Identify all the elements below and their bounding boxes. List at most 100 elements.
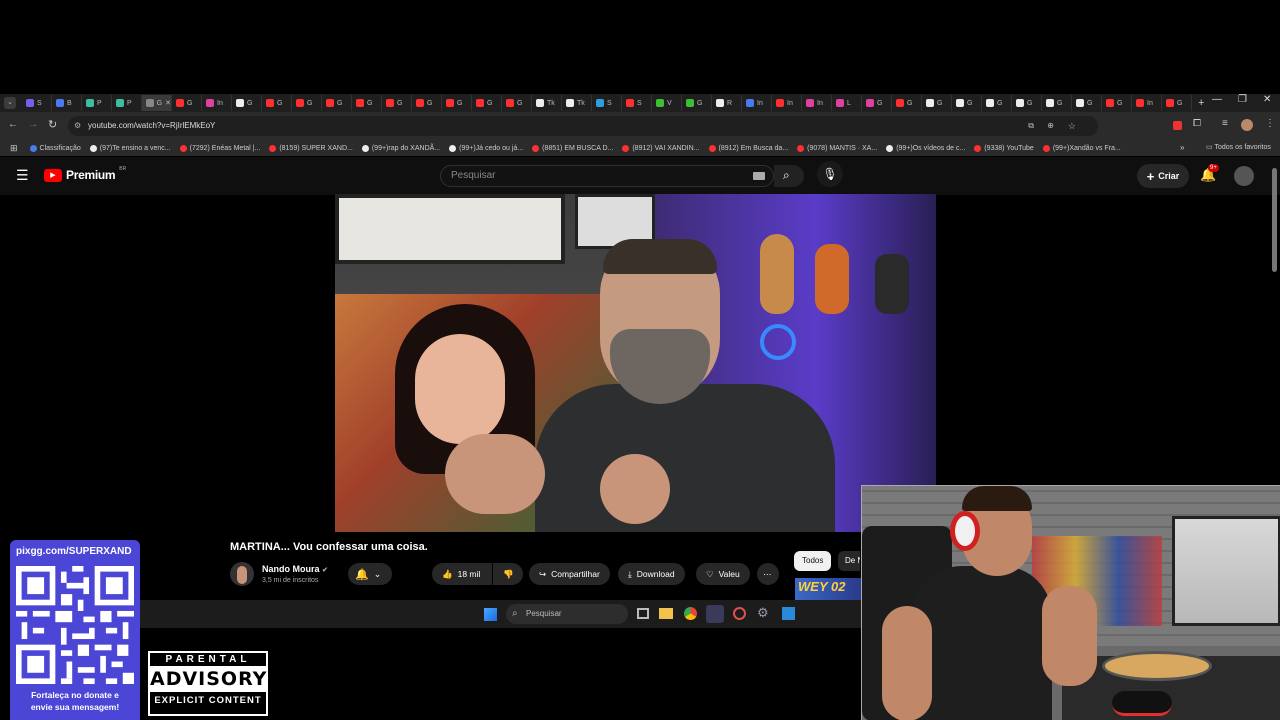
close-window-button[interactable]: ✕: [1263, 94, 1271, 105]
new-tab-button[interactable]: +: [1198, 97, 1204, 109]
bookmark-item[interactable]: (9338) YouTube: [974, 144, 1034, 152]
task-view-icon[interactable]: [637, 608, 649, 619]
youtube-logo[interactable]: ▶ Premium BR: [44, 166, 126, 182]
browser-tab[interactable]: G: [892, 95, 922, 111]
apps-grid-icon[interactable]: ⊞: [10, 143, 18, 154]
steam-icon[interactable]: [706, 605, 724, 623]
browser-tab[interactable]: G: [502, 95, 532, 111]
bookmark-item[interactable]: (7292) Enéas Metal |...: [179, 144, 260, 152]
extension-red-icon[interactable]: [1173, 121, 1182, 130]
back-button[interactable]: ←: [8, 119, 18, 130]
browser-tab[interactable]: L: [832, 95, 862, 111]
settings-icon[interactable]: ⚙: [757, 605, 769, 621]
download-button[interactable]: ⤓ Download: [618, 563, 685, 585]
browser-tab[interactable]: G: [982, 95, 1012, 111]
site-info-icon[interactable]: ⚙: [74, 116, 81, 136]
browser-tab[interactable]: G: [172, 95, 202, 111]
browser-tab[interactable]: B: [52, 95, 82, 111]
browser-tab[interactable]: G: [412, 95, 442, 111]
all-bookmarks-folder[interactable]: ▭ Todos os favoritos: [1206, 143, 1271, 151]
search-input[interactable]: Pesquisar: [440, 165, 774, 187]
browser-tab[interactable]: G: [682, 95, 712, 111]
browser-tab[interactable]: G: [232, 95, 262, 111]
reload-button[interactable]: ↻: [48, 118, 57, 131]
browser-tab[interactable]: R: [712, 95, 742, 111]
browser-tab[interactable]: S: [22, 95, 52, 111]
bookmark-item[interactable]: (9078) MANTIS · XA...: [797, 144, 877, 152]
more-bookmarks-icon[interactable]: »: [1180, 143, 1184, 152]
browser-tab[interactable]: G: [1012, 95, 1042, 111]
minimize-button[interactable]: —: [1212, 94, 1222, 105]
search-button[interactable]: ⌕: [774, 165, 804, 187]
subscribed-bell-button[interactable]: 🔔 ⌄: [348, 563, 392, 585]
browser-tab[interactable]: G: [952, 95, 982, 111]
browser-tab[interactable]: S: [592, 95, 622, 111]
tab-search-button[interactable]: ⌄: [4, 97, 16, 109]
browser-tab[interactable]: In: [802, 95, 832, 111]
page-scrollbar-thumb[interactable]: [1272, 168, 1277, 272]
media-controls-icon[interactable]: ≡: [1222, 118, 1228, 129]
channel-name[interactable]: Nando Moura ✔: [262, 564, 328, 574]
bookmark-item[interactable]: Classificação: [29, 144, 81, 152]
chip-all[interactable]: Todos: [794, 551, 832, 571]
browser-tab[interactable]: G: [922, 95, 952, 111]
address-input[interactable]: ⚙ youtube.com/watch?v=RjIrlEMkEoY ⧉ ⊕ ☆: [68, 116, 1098, 136]
bookmark-item[interactable]: (97)Te ensino a venc...: [89, 144, 171, 152]
account-avatar[interactable]: [1234, 166, 1254, 186]
app-icon[interactable]: [733, 607, 746, 620]
keyboard-icon[interactable]: [753, 172, 765, 180]
extensions-puzzle-icon[interactable]: ⧠: [1193, 118, 1201, 129]
browser-tab[interactable]: P: [112, 95, 142, 111]
browser-tab[interactable]: G: [1102, 95, 1132, 111]
more-actions-button[interactable]: ⋯: [757, 563, 779, 585]
hamburger-menu-icon[interactable]: ☰: [16, 167, 29, 184]
browser-tab[interactable]: G: [442, 95, 472, 111]
bookmark-item[interactable]: (8912) VAI XANDIN...: [622, 144, 700, 152]
close-tab-icon[interactable]: ✕: [165, 99, 171, 107]
browser-tab[interactable]: In: [1132, 95, 1162, 111]
browser-tab[interactable]: In: [202, 95, 232, 111]
profile-avatar[interactable]: [1241, 119, 1253, 131]
browser-tab[interactable]: G: [862, 95, 892, 111]
voice-search-button[interactable]: 🎙: [817, 161, 843, 187]
chrome-icon[interactable]: [684, 607, 697, 620]
browser-tab[interactable]: G: [1042, 95, 1072, 111]
browser-tab[interactable]: G: [1162, 95, 1192, 111]
bookmark-item[interactable]: (8851) EM BUSCA D...: [532, 144, 613, 152]
browser-tab[interactable]: G: [322, 95, 352, 111]
browser-tab[interactable]: G ✕: [142, 95, 172, 111]
thanks-button[interactable]: ♡ Valeu: [696, 563, 750, 585]
browser-tab[interactable]: G: [472, 95, 502, 111]
browser-tab[interactable]: G: [352, 95, 382, 111]
bookmark-item[interactable]: (99+)rap do XANDÃ...: [361, 144, 440, 152]
browser-tab[interactable]: Tk: [532, 95, 562, 111]
install-icon[interactable]: ⧉: [1028, 116, 1034, 136]
chip-next[interactable]: De N: [838, 551, 860, 571]
bookmark-item[interactable]: (8159) SUPER XAND...: [269, 144, 353, 152]
chrome-menu-icon[interactable]: ⋮: [1265, 118, 1275, 129]
maximize-button[interactable]: ❐: [1238, 94, 1247, 105]
bookmark-item[interactable]: (99+)Os vídeos de c...: [886, 144, 965, 152]
app-blue-icon[interactable]: [782, 607, 795, 620]
zoom-icon[interactable]: ⊕: [1047, 116, 1054, 136]
channel-avatar[interactable]: [230, 562, 254, 586]
file-explorer-icon[interactable]: [659, 608, 673, 619]
browser-tab[interactable]: P: [82, 95, 112, 111]
video-player[interactable]: [335, 194, 936, 532]
bookmark-item[interactable]: (99+)Já cedo ou já...: [449, 144, 523, 152]
browser-tab[interactable]: G: [262, 95, 292, 111]
browser-tab[interactable]: G: [292, 95, 322, 111]
dislike-button[interactable]: 👎: [493, 563, 523, 585]
taskbar-search[interactable]: ⌕ Pesquisar: [506, 604, 628, 624]
browser-tab[interactable]: G: [382, 95, 412, 111]
windows-start-icon[interactable]: [484, 608, 497, 621]
forward-button[interactable]: →: [28, 119, 38, 130]
bookmark-star-icon[interactable]: ☆: [1068, 116, 1076, 136]
browser-tab[interactable]: V: [652, 95, 682, 111]
related-thumbnail[interactable]: WEY 02: [795, 578, 861, 600]
browser-tab[interactable]: G: [1072, 95, 1102, 111]
bookmark-item[interactable]: (8912) Em Busca da...: [708, 144, 788, 152]
notifications-button[interactable]: 🔔 9+: [1200, 164, 1219, 183]
like-button[interactable]: 👍 18 mil: [432, 563, 492, 585]
browser-tab[interactable]: S: [622, 95, 652, 111]
